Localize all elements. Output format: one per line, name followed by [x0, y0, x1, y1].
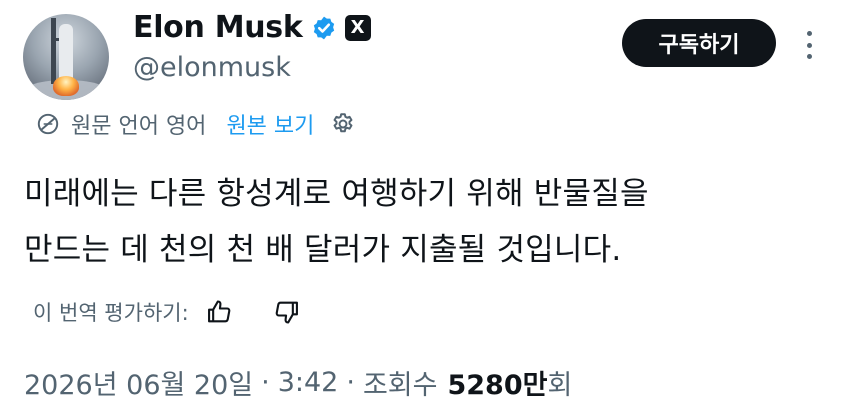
views-suffix: 회 — [547, 369, 573, 401]
more-dot — [806, 54, 812, 59]
x-affiliate-badge-icon[interactable]: X — [344, 14, 371, 41]
views-count[interactable]: 5280만 — [447, 363, 547, 402]
subscribe-button[interactable]: 구독하기 — [622, 19, 776, 67]
avatar-flame — [53, 76, 79, 96]
verified-badge-icon[interactable] — [311, 15, 337, 41]
translation-status: 원문 언어 영어 — [71, 114, 207, 139]
author-handle[interactable]: @elonmusk — [133, 52, 291, 83]
translation-bar: 원문 언어 영어 원본 보기 — [33, 109, 358, 139]
gear-icon[interactable] — [328, 109, 358, 139]
author-name-row: Elon Musk X — [133, 10, 371, 45]
view-original-link[interactable]: 원본 보기 — [226, 108, 314, 140]
author-name[interactable]: Elon Musk — [133, 10, 303, 45]
more-dot — [806, 31, 812, 36]
avatar-rocket — [59, 24, 73, 80]
views-unit: 만 — [522, 369, 548, 401]
meta-separator: · — [346, 366, 355, 398]
globe-translate-icon — [33, 109, 63, 139]
avatar[interactable] — [23, 14, 109, 100]
more-dot — [806, 42, 812, 48]
tweet-text-line: 만드는 데 천의 천 배 달러가 지출될 것입니다. — [24, 232, 622, 268]
thumbs-up-icon[interactable] — [205, 298, 233, 326]
avatar-tower — [51, 18, 56, 84]
tweet-time[interactable]: 3:42 — [278, 367, 339, 398]
tweet-meta: 2026년 06월 20일 · 3:42 · 조회수 5280만 회 — [24, 362, 572, 402]
rate-translation-row: 이 번역 평가하기: — [33, 296, 301, 328]
rate-translation-label: 이 번역 평가하기: — [33, 301, 189, 325]
tweet-text: 미래에는 다른 항성계로 여행하기 위해 반물질을 만드는 데 천의 천 배 달… — [24, 166, 824, 278]
views-label: 조회수 — [362, 369, 438, 401]
more-options-icon[interactable] — [804, 31, 814, 59]
tweet-date[interactable]: 2026년 06월 20일 — [24, 363, 253, 402]
thumbs-down-icon[interactable] — [273, 298, 301, 326]
meta-separator: · — [261, 366, 270, 398]
views-number: 5280 — [447, 369, 523, 401]
tweet-text-line: 미래에는 다른 항성계로 여행하기 위해 반물질을 — [24, 176, 649, 212]
